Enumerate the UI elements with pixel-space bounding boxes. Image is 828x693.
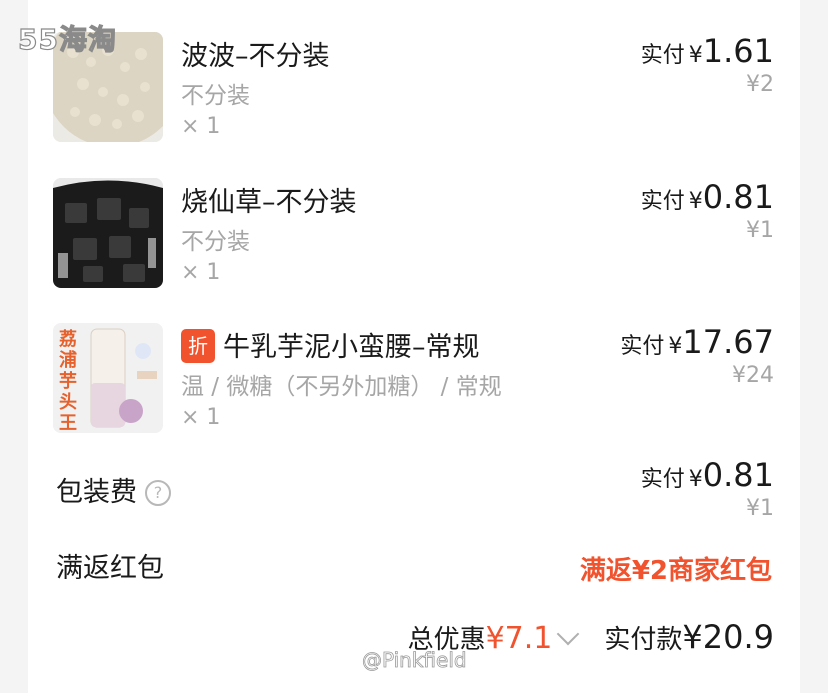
- item-price: 实付 ¥1.61 ¥2: [641, 32, 774, 97]
- item-quantity: × 1: [181, 260, 221, 285]
- paid-amount: 0.81: [702, 456, 774, 494]
- currency-symbol: ¥: [688, 189, 703, 214]
- total-label: 实付款: [604, 625, 683, 655]
- original-price: ¥1: [746, 496, 774, 521]
- paid-label: 实付: [640, 467, 685, 492]
- cup-label: 荔浦芋头王: [59, 329, 77, 433]
- original-price: ¥24: [732, 363, 774, 388]
- item-title-text: 牛乳芋泥小蛮腰–常规: [223, 332, 480, 363]
- packaging-price: 实付 ¥0.81 ¥1: [641, 456, 774, 521]
- paid-amount: 1.61: [702, 32, 774, 70]
- order-card: 波波–不分装 不分装 × 1 实付 ¥1.61 ¥2 烧仙草–不分装 不分装 ×…: [28, 0, 800, 693]
- discount-value[interactable]: ¥7.1: [486, 621, 553, 656]
- item-spec: 不分装: [181, 229, 250, 255]
- watermark-logo: 55海淘: [17, 22, 117, 56]
- packaging-fee-text: 包装费: [56, 477, 137, 508]
- product-image-taro-milk: 荔浦芋头王: [53, 323, 163, 433]
- original-price: ¥1: [746, 218, 774, 243]
- currency-symbol: ¥: [668, 334, 683, 359]
- chevron-down-icon[interactable]: [557, 622, 580, 646]
- item-quantity: × 1: [181, 405, 221, 430]
- paid-amount: 17.67: [682, 323, 774, 361]
- item-spec: 不分装: [181, 83, 250, 109]
- item-title: 波波–不分装: [181, 41, 330, 72]
- original-price: ¥2: [746, 72, 774, 97]
- item-spec: 温 / 微糖（不另外加糖） / 常规: [181, 374, 502, 400]
- discount-badge: 折: [181, 329, 215, 363]
- item-price: 实付 ¥17.67 ¥24: [620, 323, 774, 388]
- currency-symbol: ¥: [688, 467, 703, 492]
- item-title: 烧仙草–不分装: [181, 187, 357, 218]
- product-image-grass-jelly: [53, 178, 163, 288]
- paid-label: 实付: [640, 189, 685, 214]
- red-packet-label: 满返红包: [56, 553, 164, 584]
- paid-amount: 0.81: [702, 178, 774, 216]
- packaging-fee-label: 包装费?: [56, 470, 171, 509]
- item-title: 折牛乳芋泥小蛮腰–常规: [181, 325, 480, 364]
- item-price: 实付 ¥0.81 ¥1: [641, 178, 774, 243]
- paid-label: 实付: [620, 334, 665, 359]
- currency-symbol: ¥: [688, 43, 703, 68]
- help-icon[interactable]: ?: [145, 480, 171, 506]
- paid-label: 实付: [640, 43, 685, 68]
- red-packet-value[interactable]: 满返¥2商家红包: [580, 550, 772, 587]
- item-quantity: × 1: [181, 114, 221, 139]
- total-value: ¥20.9: [682, 618, 774, 656]
- watermark-text: @Pinkfield: [362, 648, 467, 673]
